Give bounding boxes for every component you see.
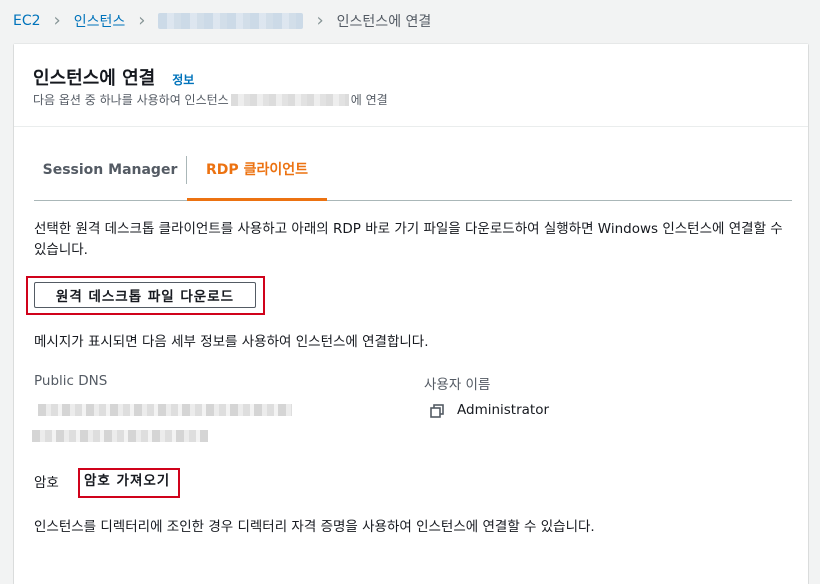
connection-method-tabs: Session Manager RDP 클라이언트 [34, 156, 792, 201]
tab-rdp-client[interactable]: RDP 클라이언트 [187, 156, 327, 201]
instance-id-redacted [230, 93, 349, 106]
directory-credentials-note: 인스턴스를 디렉터리에 조인한 경우 디렉터리 자격 증명을 사용하여 인스턴스… [34, 519, 595, 535]
chevron-right-icon: › [138, 10, 146, 31]
rdp-description: 선택한 원격 데스크톱 클라이언트를 사용하고 아래의 RDP 바로 가기 파일… [34, 221, 783, 258]
page-title: 인스턴스에 연결 [33, 68, 156, 89]
username-value: Administrator [457, 402, 550, 418]
breadcrumb-current: 인스턴스에 연결 [336, 14, 432, 30]
download-rdp-file-button[interactable]: 원격 데스크톱 파일 다운로드 [34, 282, 256, 308]
password-label: 암호 [34, 475, 59, 491]
public-dns-value-redacted [38, 404, 292, 416]
subtitle-suffix: 에 연결 [350, 93, 388, 107]
copy-icon[interactable] [430, 404, 444, 418]
breadcrumb: EC2 › 인스턴스 › › 인스턴스에 연결 [13, 10, 431, 32]
breadcrumb-instances[interactable]: 인스턴스 [74, 11, 126, 31]
chevron-right-icon: › [53, 10, 61, 31]
prompt-message: 메시지가 표시되면 다음 세부 정보를 사용하여 인스턴스에 연결합니다. [34, 334, 429, 350]
tab-session-manager[interactable]: Session Manager [34, 156, 187, 184]
username-label: 사용자 이름 [424, 377, 491, 393]
get-password-link[interactable]: 암호 가져오기 [84, 469, 170, 489]
connect-instance-panel: 인스턴스에 연결 정보 다음 옵션 중 하나를 사용하여 인스턴스 에 연결 S… [14, 44, 808, 584]
page-subtitle: 다음 옵션 중 하나를 사용하여 인스턴스 에 연결 [33, 91, 388, 108]
info-link[interactable]: 정보 [172, 71, 194, 88]
chevron-right-icon: › [316, 10, 324, 31]
breadcrumb-ec2[interactable]: EC2 [13, 13, 41, 29]
public-dns-label: Public DNS [34, 373, 108, 389]
subtitle-prefix: 다음 옵션 중 하나를 사용하여 인스턴스 [33, 93, 229, 107]
breadcrumb-instance-id-redacted[interactable] [158, 13, 304, 29]
public-dns-value-redacted-line2 [32, 430, 208, 442]
panel-header: 인스턴스에 연결 정보 다음 옵션 중 하나를 사용하여 인스턴스 에 연결 [14, 44, 808, 127]
